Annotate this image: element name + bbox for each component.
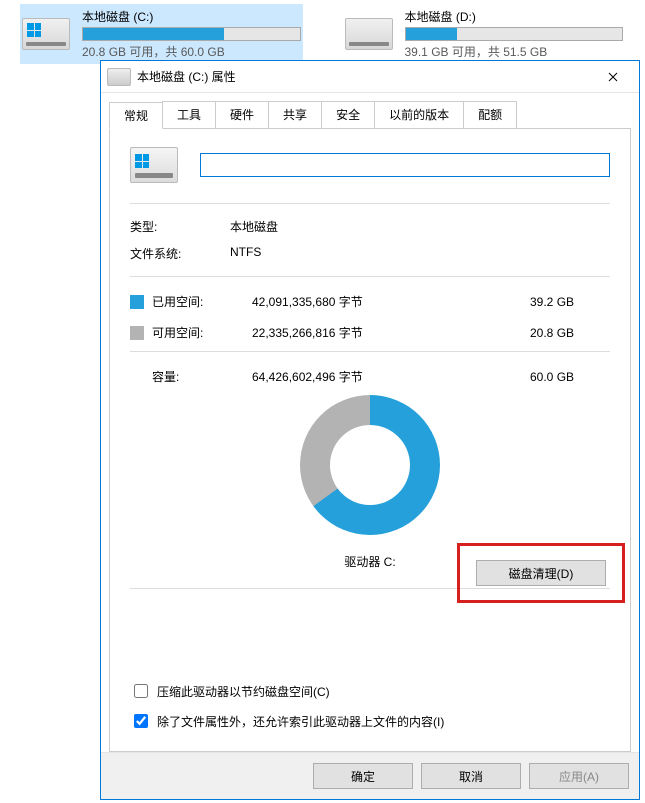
tab-security[interactable]: 安全 — [321, 101, 375, 128]
type-label: 类型: — [130, 218, 230, 235]
used-space-swatch — [130, 295, 144, 309]
explorer-drives-row: 本地磁盘 (C:) 20.8 GB 可用，共 60.0 GB 本地磁盘 (D:)… — [0, 0, 645, 68]
cancel-button[interactable]: 取消 — [421, 763, 521, 789]
drive-tile-c[interactable]: 本地磁盘 (C:) 20.8 GB 可用，共 60.0 GB — [20, 4, 303, 64]
index-checkbox-row[interactable]: 除了文件属性外，还允许索引此驱动器上文件的内容(I) — [130, 711, 610, 731]
drive-status: 20.8 GB 可用，共 60.0 GB — [82, 43, 301, 60]
drive-icon — [107, 68, 131, 86]
usage-pie-chart — [300, 395, 440, 535]
free-space-bytes: 22,335,266,816 字节 — [252, 324, 530, 341]
separator — [130, 351, 610, 352]
compress-checkbox-row[interactable]: 压缩此驱动器以节约磁盘空间(C) — [130, 681, 610, 701]
index-checkbox[interactable] — [134, 714, 148, 728]
drive-icon — [22, 18, 70, 50]
tabs: 常规 工具 硬件 共享 安全 以前的版本 配额 — [109, 101, 631, 129]
used-space-bytes: 42,091,335,680 字节 — [252, 293, 530, 310]
disk-cleanup-highlight: 磁盘清理(D) — [457, 543, 625, 603]
used-space-label: 已用空间: — [152, 293, 252, 310]
free-space-gb: 20.8 GB — [530, 326, 610, 340]
drive-status: 39.1 GB 可用，共 51.5 GB — [405, 43, 624, 60]
windows-logo-icon — [135, 154, 149, 168]
tab-sharing[interactable]: 共享 — [268, 101, 322, 128]
drive-usage-bar — [82, 27, 301, 41]
compress-label: 压缩此驱动器以节约磁盘空间(C) — [157, 683, 330, 700]
windows-logo-icon — [27, 23, 41, 37]
drive-usage-bar — [405, 27, 624, 41]
drive-letter-label: 驱动器 C: — [344, 553, 395, 570]
tab-quota[interactable]: 配额 — [463, 101, 517, 128]
free-space-label: 可用空间: — [152, 324, 252, 341]
separator — [130, 203, 610, 204]
drive-name: 本地磁盘 (D:) — [405, 8, 624, 25]
apply-button[interactable]: 应用(A) — [529, 763, 629, 789]
close-icon — [608, 72, 618, 82]
close-button[interactable] — [593, 61, 633, 92]
separator — [130, 276, 610, 277]
drive-icon-large — [130, 147, 178, 183]
capacity-gb: 60.0 GB — [530, 370, 610, 384]
tab-previous-versions[interactable]: 以前的版本 — [374, 101, 464, 128]
capacity-bytes: 64,426,602,496 字节 — [252, 368, 530, 385]
type-value: 本地磁盘 — [230, 218, 610, 235]
disk-cleanup-button[interactable]: 磁盘清理(D) — [476, 560, 606, 586]
drive-tile-d[interactable]: 本地磁盘 (D:) 39.1 GB 可用，共 51.5 GB — [343, 4, 626, 64]
dialog-title: 本地磁盘 (C:) 属性 — [137, 68, 593, 85]
ok-button[interactable]: 确定 — [313, 763, 413, 789]
tab-content-general: 类型: 本地磁盘 文件系统: NTFS 已用空间: 42,091,335,680… — [109, 129, 631, 752]
tab-tools[interactable]: 工具 — [162, 101, 216, 128]
free-space-swatch — [130, 326, 144, 340]
compress-checkbox[interactable] — [134, 684, 148, 698]
tab-hardware[interactable]: 硬件 — [215, 101, 269, 128]
tab-general[interactable]: 常规 — [109, 102, 163, 129]
dialog-button-row: 确定 取消 应用(A) — [101, 752, 639, 799]
drive-label-input[interactable] — [200, 153, 610, 177]
dialog-titlebar[interactable]: 本地磁盘 (C:) 属性 — [101, 61, 639, 93]
drive-icon — [345, 18, 393, 50]
properties-dialog: 本地磁盘 (C:) 属性 常规 工具 硬件 共享 安全 以前的版本 配额 类型:… — [100, 60, 640, 800]
drive-name: 本地磁盘 (C:) — [82, 8, 301, 25]
index-label: 除了文件属性外，还允许索引此驱动器上文件的内容(I) — [157, 713, 444, 730]
capacity-label: 容量: — [152, 368, 252, 385]
used-space-gb: 39.2 GB — [530, 295, 610, 309]
filesystem-value: NTFS — [230, 245, 610, 262]
filesystem-label: 文件系统: — [130, 245, 230, 262]
